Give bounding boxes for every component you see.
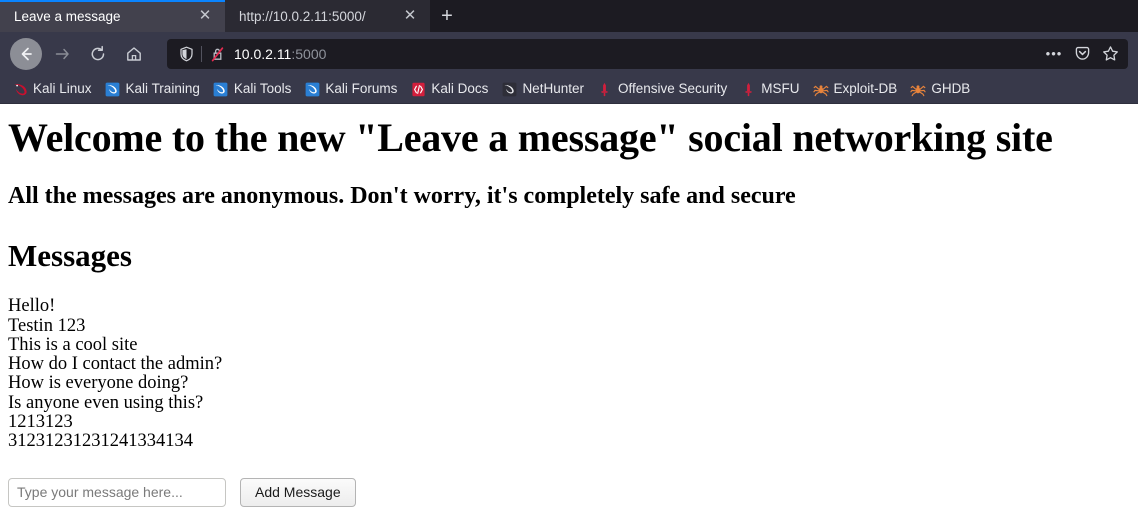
bookmark-label: NetHunter [522, 81, 584, 97]
new-tab-button[interactable]: + [430, 0, 464, 32]
kali-docs-icon [410, 81, 426, 97]
url-bar-divider [201, 45, 202, 62]
url-host: 10.0.2.11 [234, 45, 292, 62]
shield-icon[interactable] [175, 43, 197, 65]
nethunter-dragon-icon [501, 81, 517, 97]
bookmark-label: Kali Training [125, 81, 200, 97]
bookmark-label: Exploit-DB [833, 81, 898, 97]
bookmark-nethunter[interactable]: NetHunter [495, 78, 590, 100]
list-item: This is a cool site [8, 334, 138, 355]
bookmark-exploit-db[interactable]: Exploit-DB [807, 78, 904, 100]
list-item: Is anyone even using this? [8, 392, 204, 413]
bookmarks-bar: Kali Linux Kali Training Kali Tools Kali… [0, 75, 1138, 104]
bookmark-label: Kali Docs [431, 81, 489, 97]
bookmark-kali-training[interactable]: Kali Training [99, 78, 206, 100]
arrow-left-icon [17, 45, 35, 63]
list-item: How is everyone doing? [8, 373, 189, 394]
bookmark-ghdb[interactable]: GHDB [904, 78, 976, 100]
list-item: 1213123 [8, 412, 73, 433]
kali-dragon-red-icon [12, 81, 28, 97]
bookmark-label: MSFU [761, 81, 800, 97]
kali-dragon-blue-icon [213, 81, 229, 97]
tab-leave-a-message[interactable]: Leave a message ✕ [0, 0, 225, 32]
bookmark-star-icon[interactable] [1096, 41, 1124, 67]
list-item: Testin 123 [8, 315, 86, 336]
more-actions-icon[interactable]: ••• [1040, 41, 1068, 67]
home-icon [125, 45, 143, 63]
back-button[interactable] [10, 37, 42, 70]
list-item: How do I contact the admin? [8, 354, 223, 375]
bookmark-offensive-security[interactable]: Offensive Security [591, 78, 733, 100]
pocket-icon[interactable] [1068, 41, 1096, 67]
ghdb-spider-icon [910, 81, 926, 97]
home-button[interactable] [118, 38, 150, 70]
page-subtitle: All the messages are anonymous. Don't wo… [8, 183, 796, 209]
bookmark-label: Kali Linux [33, 81, 92, 97]
bookmark-kali-forums[interactable]: Kali Forums [298, 78, 403, 100]
tab-title: http://10.0.2.11:5000/ [239, 8, 366, 24]
tab-strip: Leave a message ✕ http://10.0.2.11:5000/… [0, 0, 1138, 32]
url-bar[interactable]: 10.0.2.11:5000 ••• [167, 38, 1128, 69]
kali-dragon-blue-icon [105, 81, 121, 97]
add-message-button[interactable]: Add Message [240, 477, 356, 507]
page-title: Welcome to the new "Leave a message" soc… [8, 115, 1053, 160]
messages-heading: Messages [8, 237, 132, 273]
offensive-security-sword-icon [597, 81, 613, 97]
tab-url-10-0-2-11-5000[interactable]: http://10.0.2.11:5000/ ✕ [225, 0, 430, 32]
add-message-form: Add Message [8, 477, 1130, 507]
bookmark-kali-docs[interactable]: Kali Docs [404, 78, 494, 100]
list-item: 31231231231241334134 [8, 431, 193, 452]
list-item: Hello! [8, 296, 56, 317]
bookmark-kali-tools[interactable]: Kali Tools [207, 78, 298, 100]
tab-strip-empty-area [464, 0, 1138, 32]
bookmark-label: Offensive Security [617, 81, 728, 97]
messages-list: Hello! Testin 123 This is a cool site Ho… [8, 296, 1130, 452]
navigation-toolbar: 10.0.2.11:5000 ••• [0, 32, 1138, 75]
insecure-lock-icon[interactable] [206, 43, 228, 65]
bookmark-label: Kali Tools [233, 81, 292, 97]
exploit-db-spider-icon [812, 81, 829, 97]
bookmark-label: GHDB [931, 81, 971, 97]
bookmark-label: Kali Forums [325, 81, 398, 97]
kali-dragon-blue-icon [304, 81, 320, 97]
tab-title: Leave a message [14, 8, 121, 24]
page-content: Welcome to the new "Leave a message" soc… [0, 104, 1138, 518]
forward-button[interactable] [46, 38, 78, 70]
url-port: :5000 [291, 45, 327, 62]
url-text[interactable]: 10.0.2.11:5000 [234, 46, 1040, 62]
close-icon[interactable]: ✕ [400, 6, 420, 26]
bookmark-msfu[interactable]: MSFU [734, 78, 805, 100]
reload-button[interactable] [82, 38, 114, 70]
msfu-sword-icon [740, 81, 756, 97]
browser-window: Leave a message ✕ http://10.0.2.11:5000/… [0, 0, 1138, 518]
close-icon[interactable]: ✕ [195, 6, 215, 26]
bookmark-kali-linux[interactable]: Kali Linux [6, 78, 98, 100]
url-bar-actions: ••• [1040, 41, 1124, 67]
arrow-right-icon [53, 45, 71, 63]
message-input[interactable] [8, 477, 226, 507]
reload-icon [89, 45, 107, 63]
